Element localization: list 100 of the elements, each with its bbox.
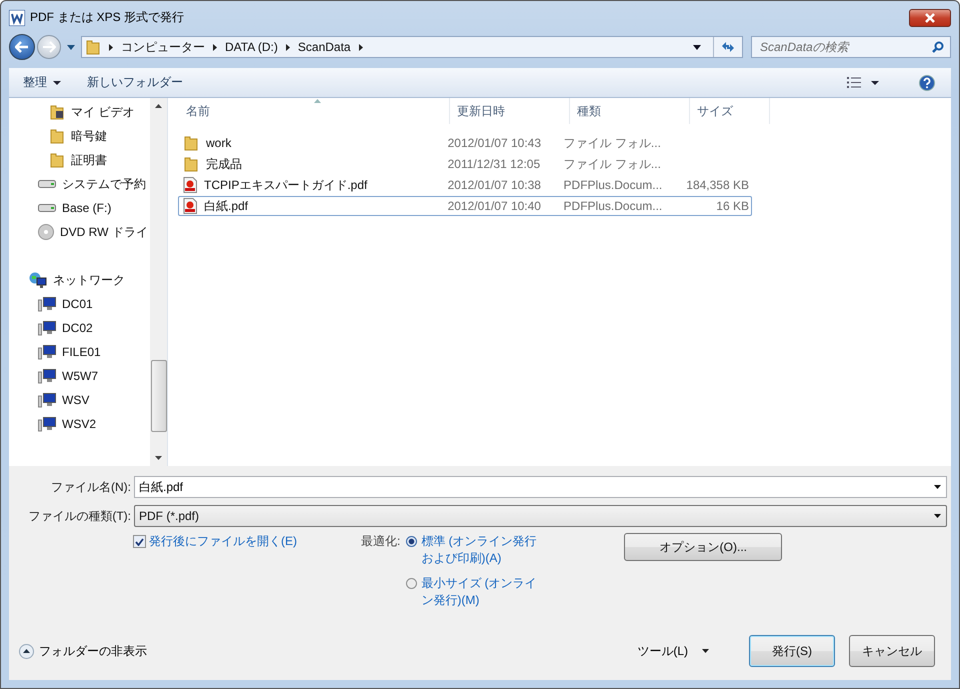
file-row[interactable]: TCPIPエキスパートガイド.pdf 2012/01/07 10:38 PDFPlus.Docum... 184,358 KB: [178, 175, 752, 195]
scroll-down-icon[interactable]: [155, 456, 162, 460]
nav-item[interactable]: システムで予約: [9, 172, 150, 196]
table-cell-text: 2011/12/31 12:05: [446, 157, 542, 171]
dropdown-caret-icon[interactable]: [934, 485, 941, 489]
caret-icon[interactable]: [871, 80, 879, 84]
nav-item[interactable]: マイ ビデオ: [9, 100, 150, 124]
chevron-icon[interactable]: [286, 44, 290, 50]
nav-item[interactable]: DC02: [9, 316, 150, 340]
table-cell-text: 184,358 KB: [685, 178, 750, 192]
collapse-icon: [19, 644, 34, 658]
history-caret-icon[interactable]: [67, 44, 75, 50]
dropdown-caret-icon[interactable]: [693, 44, 701, 50]
table-cell-text: PDFPlus.Docum...: [562, 178, 664, 192]
nav-item[interactable]: ネットワーク: [9, 268, 150, 292]
file-name: work: [206, 136, 232, 150]
options-button[interactable]: オプション(O)...: [624, 533, 782, 561]
scroll-up-icon[interactable]: [155, 104, 162, 108]
table-cell-text: 16 KB: [715, 199, 750, 213]
file-name-label: ファイル名(N):: [50, 478, 132, 496]
file-type-dropdown[interactable]: PDF (*.pdf): [134, 505, 947, 527]
new-folder-button[interactable]: 新しいフォルダー: [87, 74, 183, 91]
organize-menu[interactable]: 整理: [23, 74, 61, 91]
folder-icon: [183, 135, 199, 151]
computer-icon: [38, 344, 56, 360]
forward-arrow-icon: [42, 41, 56, 53]
folder-icon: [183, 156, 199, 172]
optimize-label: 最適化:: [361, 533, 400, 550]
computer-icon: [38, 416, 56, 432]
chevron-icon[interactable]: [213, 44, 217, 50]
address-bar[interactable]: コンピューター DATA (D:) ScanData: [81, 36, 743, 58]
back-arrow-icon: [15, 41, 29, 53]
tools-menu[interactable]: ツール(L): [631, 642, 715, 660]
drive-icon: [38, 203, 56, 213]
file-name: 完成品: [206, 156, 242, 172]
nav-item[interactable]: 証明書: [9, 148, 150, 172]
file-row[interactable]: 白紙.pdf 2012/01/07 10:40 PDFPlus.Docum... 16 KB: [178, 196, 752, 216]
breadcrumb-item[interactable]: DATA (D:): [225, 40, 278, 54]
cancel-button[interactable]: キャンセル: [849, 635, 935, 667]
app-icon: [9, 10, 25, 26]
drive-icon: [38, 179, 56, 189]
refresh-icon: [721, 41, 735, 53]
scroll-thumb[interactable]: [150, 360, 166, 432]
file-row[interactable]: 完成品 2011/12/31 12:05 ファイル フォル...: [178, 154, 752, 174]
folder-icon: [49, 128, 65, 144]
computer-icon: [38, 320, 56, 336]
radio-button[interactable]: [406, 578, 418, 589]
file-type-label: ファイルの種類(T):: [27, 508, 132, 524]
pdf-file-icon: [183, 177, 197, 193]
table-cell-text: PDFPlus.Docum...: [562, 199, 664, 213]
hide-folders-button[interactable]: フォルダーの非表示: [19, 642, 147, 660]
folder-icon: [85, 39, 101, 55]
table-cell-text: ファイル フォル...: [562, 156, 662, 172]
chevron-icon[interactable]: [358, 44, 363, 50]
publish-button[interactable]: 発行(S): [749, 635, 835, 667]
file-name: 白紙.pdf: [204, 198, 248, 214]
pdf-file-icon: [183, 198, 197, 214]
view-options-icon[interactable]: [847, 77, 861, 88]
film-folder-icon: [49, 104, 65, 120]
nav-item[interactable]: DVD RW ドライ: [9, 220, 150, 244]
nav-item[interactable]: W5W7: [9, 364, 150, 388]
search-icon: [932, 41, 944, 53]
scrollbar[interactable]: [150, 98, 167, 466]
table-cell-text: 2012/01/07 10:40: [446, 199, 542, 213]
breadcrumb-item[interactable]: コンピューター: [121, 38, 205, 56]
back-button[interactable]: [9, 34, 35, 60]
computer-icon: [38, 368, 56, 384]
file-name: TCPIPエキスパートガイド.pdf: [204, 176, 368, 194]
help-icon[interactable]: [919, 74, 935, 90]
table-cell-text: 2012/01/07 10:38: [446, 178, 542, 192]
caret-icon: [702, 649, 709, 653]
checkbox[interactable]: [133, 535, 146, 548]
radio-button[interactable]: [406, 536, 418, 547]
computer-icon: [38, 296, 56, 312]
column-header[interactable]: サイズ: [690, 98, 770, 124]
nav-item[interactable]: 暗号鍵: [9, 124, 150, 148]
chevron-icon[interactable]: [109, 44, 113, 50]
close-button[interactable]: [909, 8, 951, 26]
checkbox-label[interactable]: 発行後にファイルを開く(E): [149, 533, 299, 550]
nav-item[interactable]: DC01: [9, 292, 150, 316]
table-cell-text: ファイル フォル...: [562, 134, 662, 152]
nav-item[interactable]: WSV: [9, 388, 150, 412]
network-icon: [29, 272, 47, 288]
breadcrumb-item[interactable]: ScanData: [298, 40, 351, 54]
radio-label[interactable]: 最小サイズ (オンライン発行)(M): [421, 575, 548, 609]
close-icon: [924, 12, 936, 22]
dropdown-caret-icon: [934, 514, 941, 518]
column-header[interactable]: 種類: [570, 98, 690, 124]
radio-label[interactable]: 標準 (オンライン発行および印刷)(A): [421, 533, 548, 567]
column-header[interactable]: 更新日時: [450, 98, 570, 124]
caret-icon: [53, 80, 61, 84]
file-row[interactable]: work 2012/01/07 10:43 ファイル フォル...: [178, 133, 752, 153]
nav-item[interactable]: Base (F:): [9, 196, 150, 220]
computer-icon: [38, 392, 56, 408]
sort-arrow-icon: [314, 99, 321, 103]
folder-icon: [49, 152, 65, 168]
table-cell-text: 2012/01/07 10:43: [446, 136, 542, 150]
nav-item[interactable]: WSV2: [9, 412, 150, 436]
window-title: PDF または XPS 形式で発行: [30, 9, 184, 26]
nav-item[interactable]: FILE01: [9, 340, 150, 364]
